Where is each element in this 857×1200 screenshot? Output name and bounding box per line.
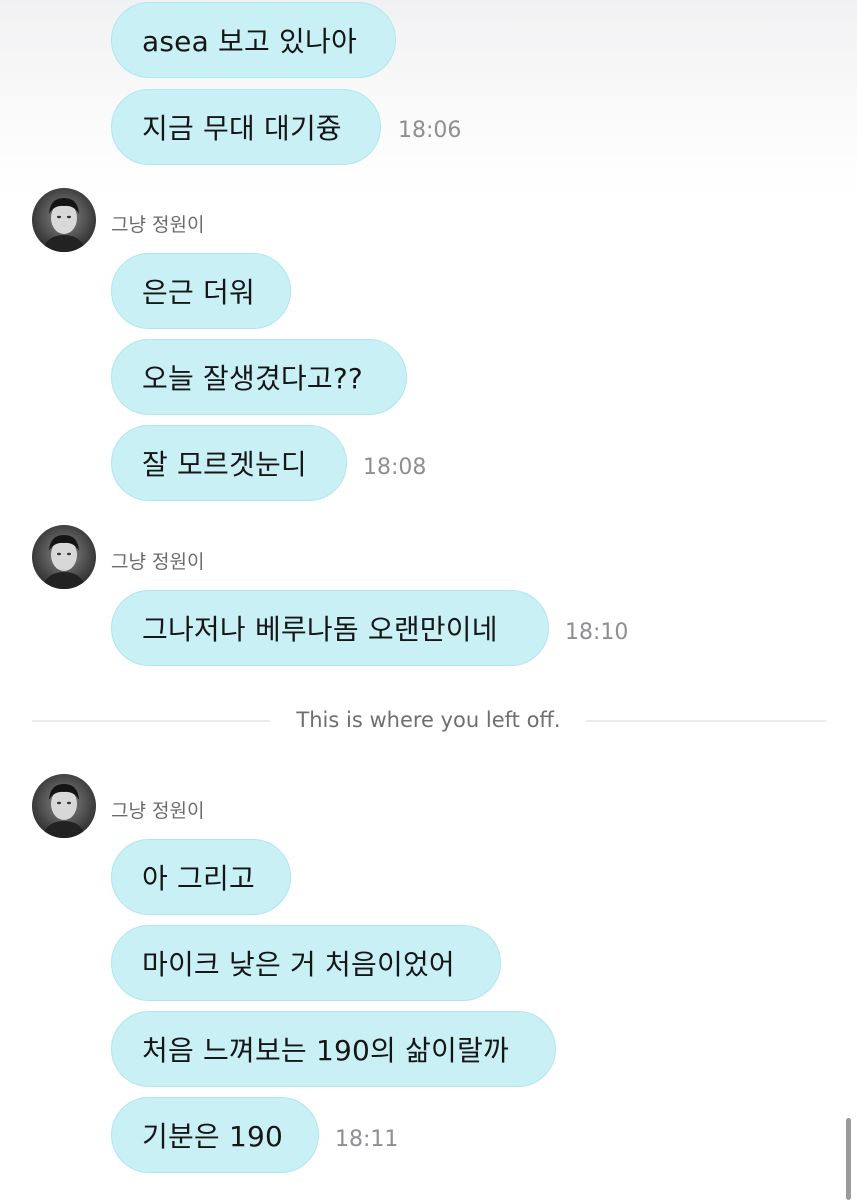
message-bubble[interactable]: asea 보고 있나아 — [111, 2, 396, 78]
message-bubble[interactable]: 마이크 낮은 거 처음이었어 — [111, 925, 501, 1001]
sender-avatar[interactable] — [32, 774, 96, 838]
message-bubble[interactable]: 오늘 잘생겼다고?? — [111, 339, 407, 415]
message-bubble[interactable]: 아 그리고 — [111, 839, 291, 915]
message-text: 처음 느껴보는 190의 삶이랄까 — [142, 1034, 509, 1067]
message-text: 기분은 190 — [142, 1120, 284, 1153]
message-bubble[interactable]: 기분은 190 — [111, 1097, 319, 1173]
sender-avatar[interactable] — [32, 525, 96, 589]
sender-name: 그냥 정원이 — [111, 800, 205, 822]
message-text: 오늘 잘생겼다고?? — [142, 362, 363, 395]
message-text: 아 그리고 — [142, 862, 255, 895]
message-timestamp: 18:06 — [398, 118, 462, 143]
message-text: 잘 모르겟눈디 — [142, 448, 307, 481]
scrollbar[interactable] — [846, 1118, 851, 1200]
message-bubble[interactable]: 잘 모르겟눈디 — [111, 425, 347, 501]
message-text: 지금 무대 대기즁 — [142, 112, 342, 145]
message-text: asea 보고 있나아 — [142, 25, 357, 58]
message-text: 은근 더워 — [142, 276, 255, 309]
sender-name: 그냥 정원이 — [111, 551, 205, 573]
sender-avatar[interactable] — [32, 188, 96, 252]
message-bubble[interactable]: 처음 느껴보는 190의 삶이랄까 — [111, 1011, 556, 1087]
sender-name: 그냥 정원이 — [111, 214, 205, 236]
message-timestamp: 18:11 — [335, 1127, 399, 1152]
message-timestamp: 18:08 — [363, 455, 427, 480]
divider-line-right — [586, 720, 826, 722]
message-bubble[interactable]: 지금 무대 대기즁 — [111, 89, 381, 165]
message-bubble[interactable]: 은근 더워 — [111, 253, 291, 329]
message-text: 마이크 낮은 거 처음이었어 — [142, 948, 455, 981]
message-bubble[interactable]: 그나저나 베루나돔 오랜만이네 — [111, 590, 549, 666]
message-timestamp: 18:10 — [565, 620, 629, 645]
message-text: 그나저나 베루나돔 오랜만이네 — [142, 613, 498, 646]
